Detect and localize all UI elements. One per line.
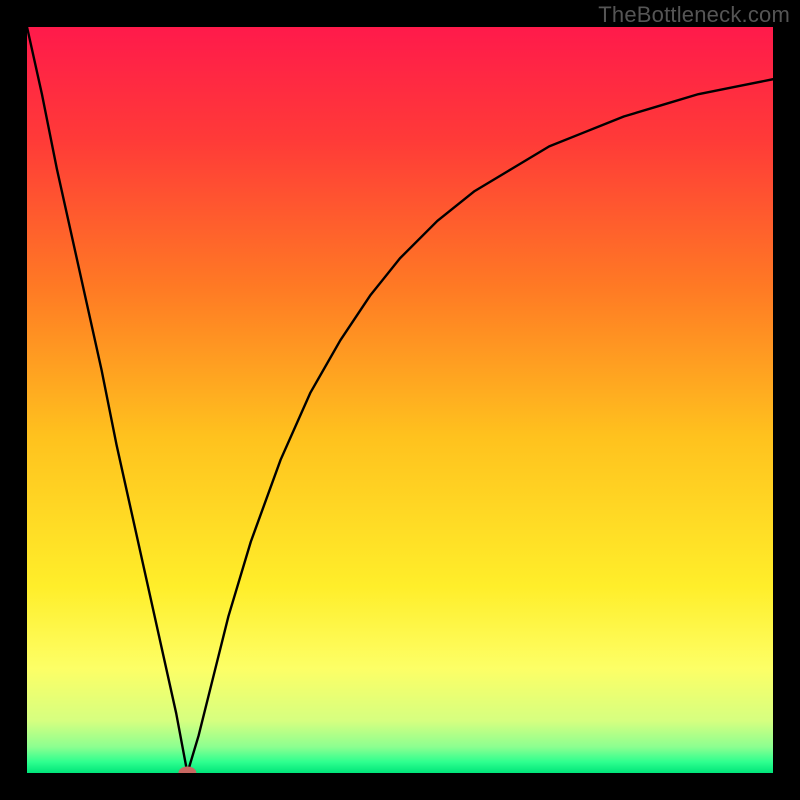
watermark-text: TheBottleneck.com [598, 2, 790, 28]
chart-background [27, 27, 773, 773]
chart-plot [27, 27, 773, 773]
chart-frame: TheBottleneck.com [0, 0, 800, 800]
